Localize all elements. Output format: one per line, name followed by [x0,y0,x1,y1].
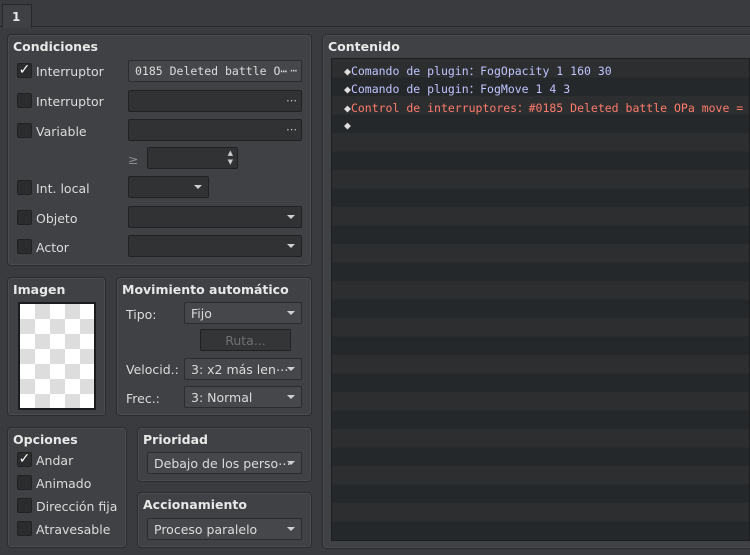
chevron-down-icon [194,185,202,189]
freq-select[interactable]: 3: Normal [184,386,302,408]
variable-checkbox[interactable] [17,123,32,138]
priority-select[interactable]: Debajo de los perso⋯ [147,452,302,474]
tab-page-1[interactable]: 1 [2,4,32,28]
image-title: Imagen [13,282,66,297]
switch2-label: Interruptor [36,94,104,109]
item-select[interactable] [128,206,302,228]
trigger-title: Accionamiento [143,497,247,512]
switch1-selector[interactable]: 0185 Deleted battle O⋯ ⋯ [128,60,302,82]
contents-title: Contenido [328,39,400,54]
spin-up-icon[interactable]: ▲ [228,149,233,157]
chevron-down-icon [287,244,295,248]
through-checkbox[interactable] [17,521,32,536]
conditions-title: Condiciones [13,39,98,54]
switch2-checkbox[interactable] [17,93,32,108]
character-image-preview[interactable] [18,302,96,410]
chevron-down-icon [287,395,295,399]
more-icon: ⋯ [286,123,297,136]
tab-bar [0,0,750,27]
command-row[interactable]: ◆Control de interruptores：#0185 Deleted … [332,98,749,117]
image-panel: Imagen [7,277,106,416]
options-panel: Opciones ✓ Andar Animado Dirección fija … [7,427,127,548]
switch1-label: Interruptor [36,64,104,79]
item-checkbox[interactable] [17,210,32,225]
more-icon: ⋯ [286,94,297,107]
type-value: Fijo [191,306,212,321]
chevron-down-icon [287,367,295,371]
stepping-checkbox[interactable] [17,475,32,490]
type-label: Tipo: [126,307,157,322]
switch1-checkbox[interactable]: ✓ [17,63,32,78]
options-title: Opciones [13,432,78,447]
command-text: Comando de plugin：FogMove 1 4 3 [350,82,571,96]
self-switch-select[interactable] [128,176,209,198]
command-row[interactable]: ◆Comando de plugin：FogOpacity 1 160 30 [332,61,749,80]
gte-symbol: ≥ [128,152,139,167]
diamond-icon: ◆ [344,63,351,78]
priority-panel: Prioridad Debajo de los perso⋯ [137,427,312,482]
autonomous-title: Movimiento automático [122,282,289,297]
command-row[interactable]: ◆Comando de plugin：FogMove 1 4 3 [332,79,749,98]
priority-title: Prioridad [143,432,208,447]
walking-label: Andar [36,453,74,468]
chevron-down-icon [287,527,295,531]
item-label: Objeto [36,211,78,226]
chevron-down-icon [287,215,295,219]
diamond-icon: ◆ [344,118,351,132]
freq-value: 3: Normal [191,390,253,405]
command-text: Control de interruptores：#0185 Deleted b… [350,100,750,115]
through-label: Atravesable [36,522,111,537]
command-list[interactable]: ◆Comando de plugin：FogOpacity 1 160 30 ◆… [331,58,750,541]
spin-down-icon[interactable]: ▼ [228,158,233,166]
variable-value-spinner[interactable]: ▲ ▼ [147,147,238,169]
freq-label: Frec.: [126,391,160,406]
diamond-icon: ◆ [344,100,351,115]
type-select[interactable]: Fijo [184,302,302,324]
stepping-label: Animado [36,476,92,491]
direction-fix-label: Dirección fija [36,499,118,514]
speed-select[interactable]: 3: x2 más len⋯ [184,358,302,380]
actor-select[interactable] [128,235,302,257]
priority-value: Debajo de los perso⋯ [154,456,291,471]
conditions-panel: Condiciones ✓ Interruptor 0185 Deleted b… [7,34,312,266]
speed-value: 3: x2 más len⋯ [191,362,289,377]
switch1-value: 0185 Deleted battle O⋯ [135,64,288,78]
direction-fix-checkbox[interactable] [17,498,32,513]
variable-selector[interactable]: ⋯ [128,119,302,141]
route-button[interactable]: Ruta... [200,329,291,351]
diamond-icon: ◆ [344,82,351,96]
command-row-empty[interactable]: ◆ [332,116,749,135]
self-switch-label: Int. local [36,181,90,196]
self-switch-checkbox[interactable] [17,180,32,195]
walking-checkbox[interactable]: ✓ [17,452,32,467]
chevron-down-icon [287,461,295,465]
chevron-down-icon [287,311,295,315]
variable-label: Variable [36,124,87,139]
actor-checkbox[interactable] [17,239,32,254]
actor-label: Actor [36,240,69,255]
more-icon: ⋯ [290,64,297,77]
trigger-panel: Accionamiento Proceso paralelo [137,492,312,548]
speed-label: Velocid.: [126,362,179,377]
switch2-selector[interactable]: ⋯ [128,90,302,112]
trigger-value: Proceso paralelo [154,522,258,537]
trigger-select[interactable]: Proceso paralelo [147,518,302,540]
command-text: Comando de plugin：FogOpacity 1 160 30 [350,63,612,78]
autonomous-movement-panel: Movimiento automático Tipo: Fijo Ruta...… [116,277,312,416]
